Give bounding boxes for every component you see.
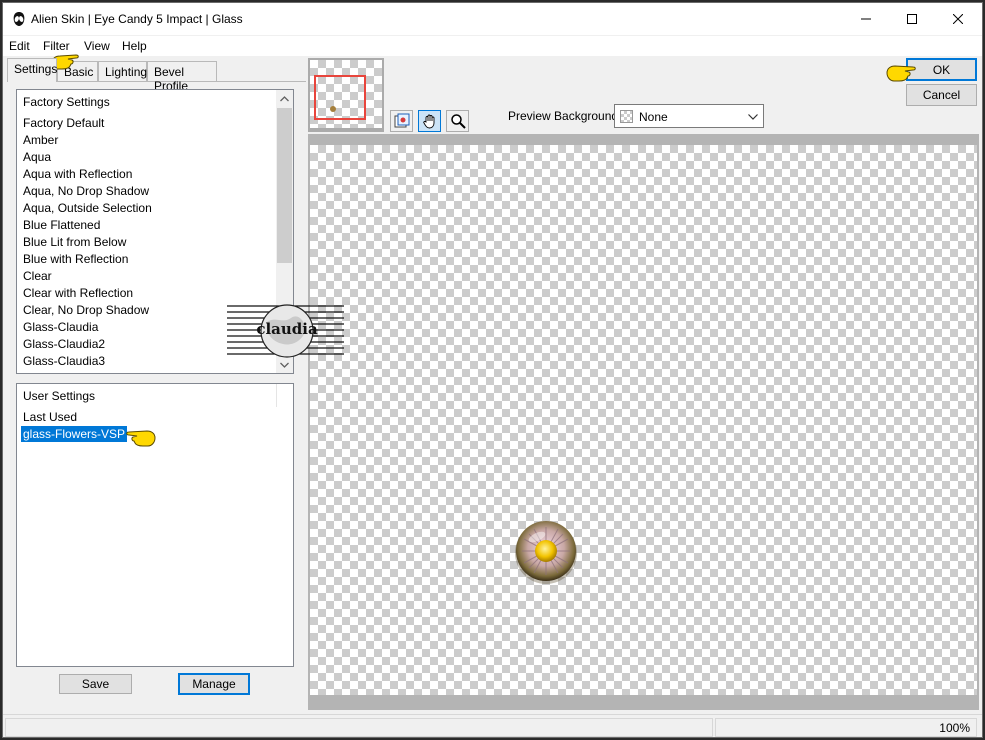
magnifier-icon (450, 114, 466, 129)
list-item[interactable]: Clear (21, 268, 54, 284)
plugin-window: Alien Skin | Eye Candy 5 Impact | Glass … (2, 2, 983, 738)
tab-lighting[interactable]: Lighting (98, 61, 147, 81)
thumbnail-flower-icon (330, 106, 336, 112)
list-item[interactable]: Clear with Reflection (21, 285, 135, 301)
hand-tool-button[interactable] (418, 110, 441, 132)
list-item[interactable]: Blue with Reflection (21, 251, 130, 267)
user-settings-list[interactable]: User Settings Last Used glass-Flowers-VS… (16, 383, 294, 667)
menu-view[interactable]: View (84, 39, 110, 53)
tab-lighting-label: Lighting (105, 65, 148, 79)
manage-button[interactable]: Manage (178, 673, 250, 695)
hand-icon (422, 114, 434, 129)
compare-tool-button[interactable] (390, 110, 413, 132)
compare-icon (394, 113, 409, 128)
list-item[interactable]: Aqua with Reflection (21, 166, 134, 182)
tab-settings-label: Settings (14, 62, 58, 76)
list-item[interactable]: Last Used (21, 409, 79, 425)
user-settings-header: User Settings (23, 389, 96, 403)
glass-flower-preview (515, 521, 577, 584)
scroll-down-arrow[interactable] (276, 356, 293, 373)
list-item[interactable]: Aqua, Outside Selection (21, 200, 154, 216)
close-button[interactable] (935, 3, 981, 35)
status-message (5, 718, 713, 737)
list-item[interactable]: Glass-Claudia (21, 319, 100, 335)
alien-skin-icon (13, 12, 25, 26)
watermark-text: claudia (256, 320, 318, 338)
chevron-down-icon (280, 362, 289, 368)
factory-settings-header: Factory Settings (23, 95, 110, 109)
menu-help[interactable]: Help (122, 39, 147, 53)
watermark-stamp: claudia (227, 304, 344, 358)
navigator-thumbnail (310, 60, 382, 128)
claudia-watermark: claudia (227, 302, 344, 358)
maximize-button[interactable] (889, 3, 935, 35)
scroll-thumb[interactable] (277, 108, 292, 263)
chevron-up-icon (280, 95, 289, 101)
preview-canvas[interactable] (310, 145, 977, 695)
list-item[interactable]: Blue Lit from Below (21, 234, 128, 250)
cancel-button[interactable]: Cancel (906, 84, 977, 106)
pointer-hand-icon (126, 430, 156, 447)
menu-edit[interactable]: Edit (9, 39, 30, 53)
preview-panel[interactable] (308, 134, 979, 710)
scroll-up-arrow[interactable] (276, 90, 293, 107)
tab-bevel-profile[interactable]: Bevel Profile (147, 61, 217, 93)
list-item[interactable]: Amber (21, 132, 60, 148)
minimize-icon (861, 18, 871, 20)
title-bar: Alien Skin | Eye Candy 5 Impact | Glass (3, 3, 982, 35)
list-item[interactable]: Aqua (21, 149, 53, 165)
list-item-selected[interactable]: glass-Flowers-VSP (21, 426, 128, 442)
checker-swatch-icon (620, 110, 633, 123)
preview-navigator[interactable] (308, 58, 384, 132)
list-item[interactable]: Glass-Claudia3 (21, 353, 107, 369)
close-icon (953, 14, 963, 24)
header-divider (276, 384, 277, 407)
menu-bar: Edit Filter View Help (3, 36, 982, 56)
list-item[interactable]: Glass-Claudia2 (21, 336, 107, 352)
list-item[interactable]: Blue Flattened (21, 217, 102, 233)
list-item[interactable]: Aqua, No Drop Shadow (21, 183, 151, 199)
navigator-view-rect[interactable] (314, 75, 366, 120)
preview-background-select[interactable]: None (614, 104, 764, 128)
list-item[interactable]: Factory Default (21, 115, 106, 131)
zoom-tool-button[interactable] (446, 110, 469, 132)
zoom-level: 100% (715, 718, 977, 737)
status-bar: 100% (3, 714, 982, 737)
minimize-button[interactable] (843, 3, 889, 35)
preview-background-label: Preview Background: (508, 109, 622, 123)
chevron-down-icon (748, 114, 758, 120)
tab-settings[interactable]: Settings (7, 58, 57, 82)
window-title: Alien Skin | Eye Candy 5 Impact | Glass (31, 12, 243, 26)
list-item[interactable]: Clear, No Drop Shadow (21, 302, 151, 318)
maximize-icon (907, 14, 917, 24)
pointer-hand-icon (886, 65, 916, 82)
preview-background-value: None (639, 110, 668, 124)
save-button[interactable]: Save (59, 674, 132, 694)
